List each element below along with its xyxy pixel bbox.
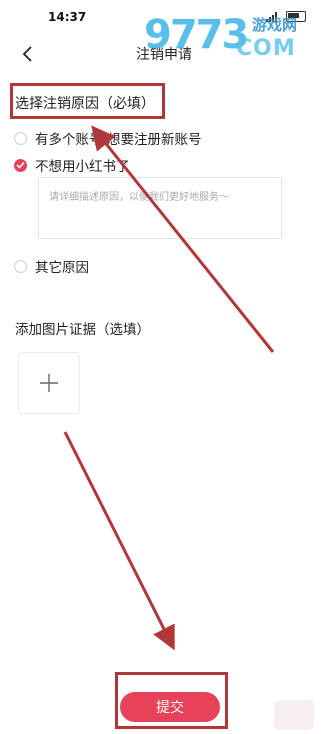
plus-icon [40,374,58,392]
watermark-logo: 9773 游戏网 COM [144,8,322,66]
option-multiple-accounts[interactable]: 有多个账号/想要注册新账号 [14,128,202,148]
arrow-to-submit [63,431,175,651]
upload-title: 添加图片证据（选填） [15,322,150,338]
watermark-site: 游戏网 [252,16,298,34]
radio-unchecked-icon[interactable] [14,259,27,273]
option-label: 其它原因 [35,260,89,276]
option-label: 有多个账号/想要注册新账号 [35,132,202,148]
reason-textarea[interactable]: 请详细描述原因，以便我们更好地服务～ [38,177,282,239]
watermark-number: 9773 [144,12,249,58]
corner-decoration [274,700,314,730]
radio-checked-icon[interactable] [14,158,27,172]
annotation-box-title [10,83,165,119]
radio-unchecked-icon[interactable] [14,131,27,145]
checkmark-icon [16,161,25,169]
add-image-button[interactable] [18,352,80,414]
option-label: 不想用小红书了 [35,159,130,175]
status-time: 14:37 [48,10,87,24]
option-stop-using[interactable]: 不想用小红书了 [14,155,130,175]
option-other-reason[interactable]: 其它原因 [14,256,89,276]
watermark-com: COM [236,36,296,61]
annotation-box-submit [115,672,228,729]
